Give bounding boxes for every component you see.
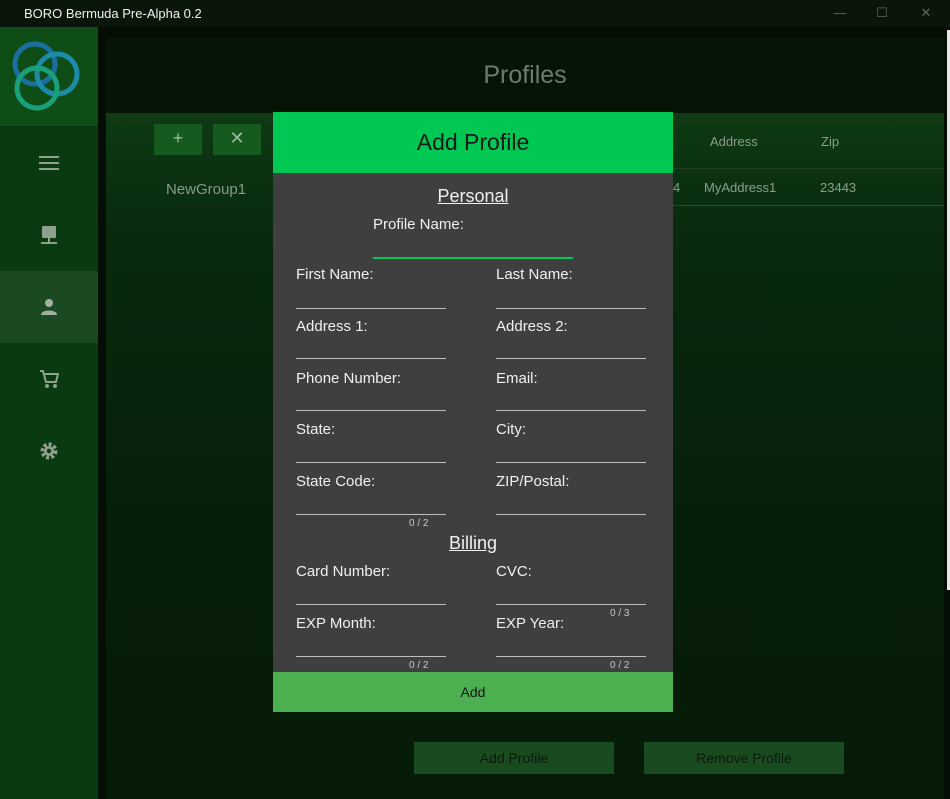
add-button[interactable]: Add: [273, 672, 673, 712]
sidebar: [0, 27, 98, 799]
zip-label: ZIP/Postal:: [496, 473, 570, 490]
dialog-header: Add Profile: [273, 112, 673, 173]
profile-name-label: Profile Name:: [373, 216, 464, 233]
state-code-label: State Code:: [296, 473, 376, 490]
personal-section-title: Personal: [437, 186, 509, 206]
card-number-label: Card Number:: [296, 563, 391, 580]
first-name-input[interactable]: [296, 308, 446, 309]
state-code-counter: 0 / 2: [409, 518, 429, 529]
logo: [0, 27, 98, 126]
add-group-button[interactable]: +: [154, 124, 202, 155]
city-label: City:: [496, 421, 526, 438]
exp-year-counter: 0 / 2: [610, 660, 630, 671]
table-cell-zip: 23443: [820, 180, 857, 195]
last-name-label: Last Name:: [496, 266, 573, 283]
exp-year-label: EXP Year:: [496, 615, 565, 632]
billing-section-title: Billing: [448, 533, 498, 553]
sidebar-item-settings[interactable]: [0, 415, 98, 487]
card-number-input[interactable]: [296, 604, 446, 605]
title-bar: BORO Bermuda Pre-Alpha 0.2 — ☐ ✕: [0, 0, 950, 27]
exp-year-input[interactable]: [496, 656, 646, 657]
cvc-input[interactable]: [496, 604, 646, 605]
logo-rings-icon: [12, 41, 80, 111]
sidebar-item-cart[interactable]: [0, 343, 98, 415]
sidebar-item-menu[interactable]: [0, 127, 98, 199]
profile-name-input[interactable]: [373, 257, 573, 259]
sidebar-item-profiles[interactable]: [0, 271, 98, 343]
minimize-button[interactable]: —: [828, 3, 852, 23]
exp-month-label: EXP Month:: [296, 615, 376, 632]
cart-icon: [40, 370, 59, 388]
table-cell-partial: 4: [673, 180, 681, 195]
table-divider: [672, 168, 944, 169]
state-code-input[interactable]: [296, 514, 446, 515]
remove-group-button[interactable]: ✕: [213, 124, 261, 155]
column-header-address[interactable]: Address: [710, 134, 758, 149]
maximize-button[interactable]: ☐: [870, 3, 894, 23]
first-name-label: First Name:: [296, 266, 374, 283]
city-input[interactable]: [496, 462, 646, 463]
address1-input[interactable]: [296, 358, 446, 359]
exp-month-input[interactable]: [296, 656, 446, 657]
page-header: Profiles: [106, 37, 944, 113]
state-label: State:: [296, 421, 336, 438]
page-title: Profiles: [483, 61, 567, 89]
cvc-label: CVC:: [496, 563, 532, 580]
menu-icon: [39, 156, 59, 170]
email-input[interactable]: [496, 410, 646, 411]
close-button[interactable]: ✕: [914, 3, 938, 23]
address2-input[interactable]: [496, 358, 646, 359]
address2-label: Address 2:: [496, 318, 568, 335]
table-row-divider: [672, 205, 944, 206]
sidebar-item-servers[interactable]: [0, 199, 98, 271]
person-icon: [41, 299, 57, 315]
cvc-counter: 0 / 3: [610, 608, 630, 619]
phone-input[interactable]: [296, 410, 446, 411]
add-profile-button[interactable]: Add Profile: [414, 742, 614, 774]
address1-label: Address 1:: [296, 318, 368, 335]
phone-label: Phone Number:: [296, 370, 402, 387]
add-profile-dialog: Add Profile Personal Profile Name: First…: [273, 112, 673, 712]
dialog-title: Add Profile: [416, 129, 530, 155]
state-input[interactable]: [296, 462, 446, 463]
last-name-input[interactable]: [496, 308, 646, 309]
table-cell-address: MyAddress1: [704, 180, 777, 195]
gear-icon: [40, 442, 58, 460]
group-item[interactable]: NewGroup1: [166, 181, 246, 198]
zip-input[interactable]: [496, 514, 646, 515]
remove-profile-button[interactable]: Remove Profile: [644, 742, 844, 774]
column-header-zip[interactable]: Zip: [821, 134, 839, 149]
exp-month-counter: 0 / 2: [409, 660, 429, 671]
email-label: Email:: [496, 370, 538, 387]
window-title: BORO Bermuda Pre-Alpha 0.2: [24, 6, 202, 21]
server-icon: [41, 226, 57, 244]
